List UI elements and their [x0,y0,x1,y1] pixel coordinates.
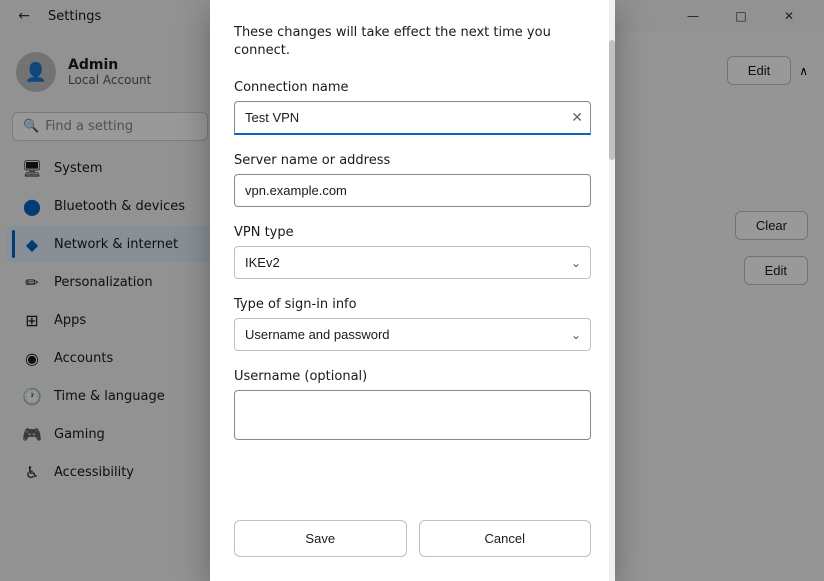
vpn-dialog: These changes will take effect the next … [210,0,615,581]
vpn-type-select-wrap: IKEv2 PPTP L2TP/IPsec with certificate L… [234,246,591,279]
dialog-body: These changes will take effect the next … [210,0,615,504]
connection-name-label: Connection name [234,80,591,95]
server-name-input-wrap [234,174,591,207]
connection-name-input-wrap: ✕ [234,101,591,135]
username-field: Username (optional) [234,369,591,440]
server-name-field: Server name or address [234,153,591,207]
server-name-label: Server name or address [234,153,591,168]
sign-in-select[interactable]: Username and password Certificate Smart … [234,318,591,351]
connection-name-field: Connection name ✕ [234,80,591,135]
dialog-notice: These changes will take effect the next … [234,24,591,60]
cancel-button[interactable]: Cancel [419,520,592,557]
sign-in-select-wrap: Username and password Certificate Smart … [234,318,591,351]
dialog-scrollbar-thumb [609,40,615,160]
username-input-wrap [234,390,591,440]
vpn-type-select[interactable]: IKEv2 PPTP L2TP/IPsec with certificate L… [234,246,591,279]
dialog-scrollbar[interactable] [609,0,615,581]
connection-name-input[interactable] [234,101,591,135]
save-button[interactable]: Save [234,520,407,557]
server-name-input[interactable] [234,174,591,207]
connection-name-clear-icon[interactable]: ✕ [571,110,583,126]
sign-in-label: Type of sign-in info [234,297,591,312]
dialog-footer: Save Cancel [210,504,615,581]
username-input[interactable] [234,390,591,440]
sign-in-field: Type of sign-in info Username and passwo… [234,297,591,351]
username-label: Username (optional) [234,369,591,384]
vpn-type-field: VPN type IKEv2 PPTP L2TP/IPsec with cert… [234,225,591,279]
vpn-type-label: VPN type [234,225,591,240]
settings-window: ← Settings — □ ✕ 👤 Admin Local Account [0,0,824,581]
